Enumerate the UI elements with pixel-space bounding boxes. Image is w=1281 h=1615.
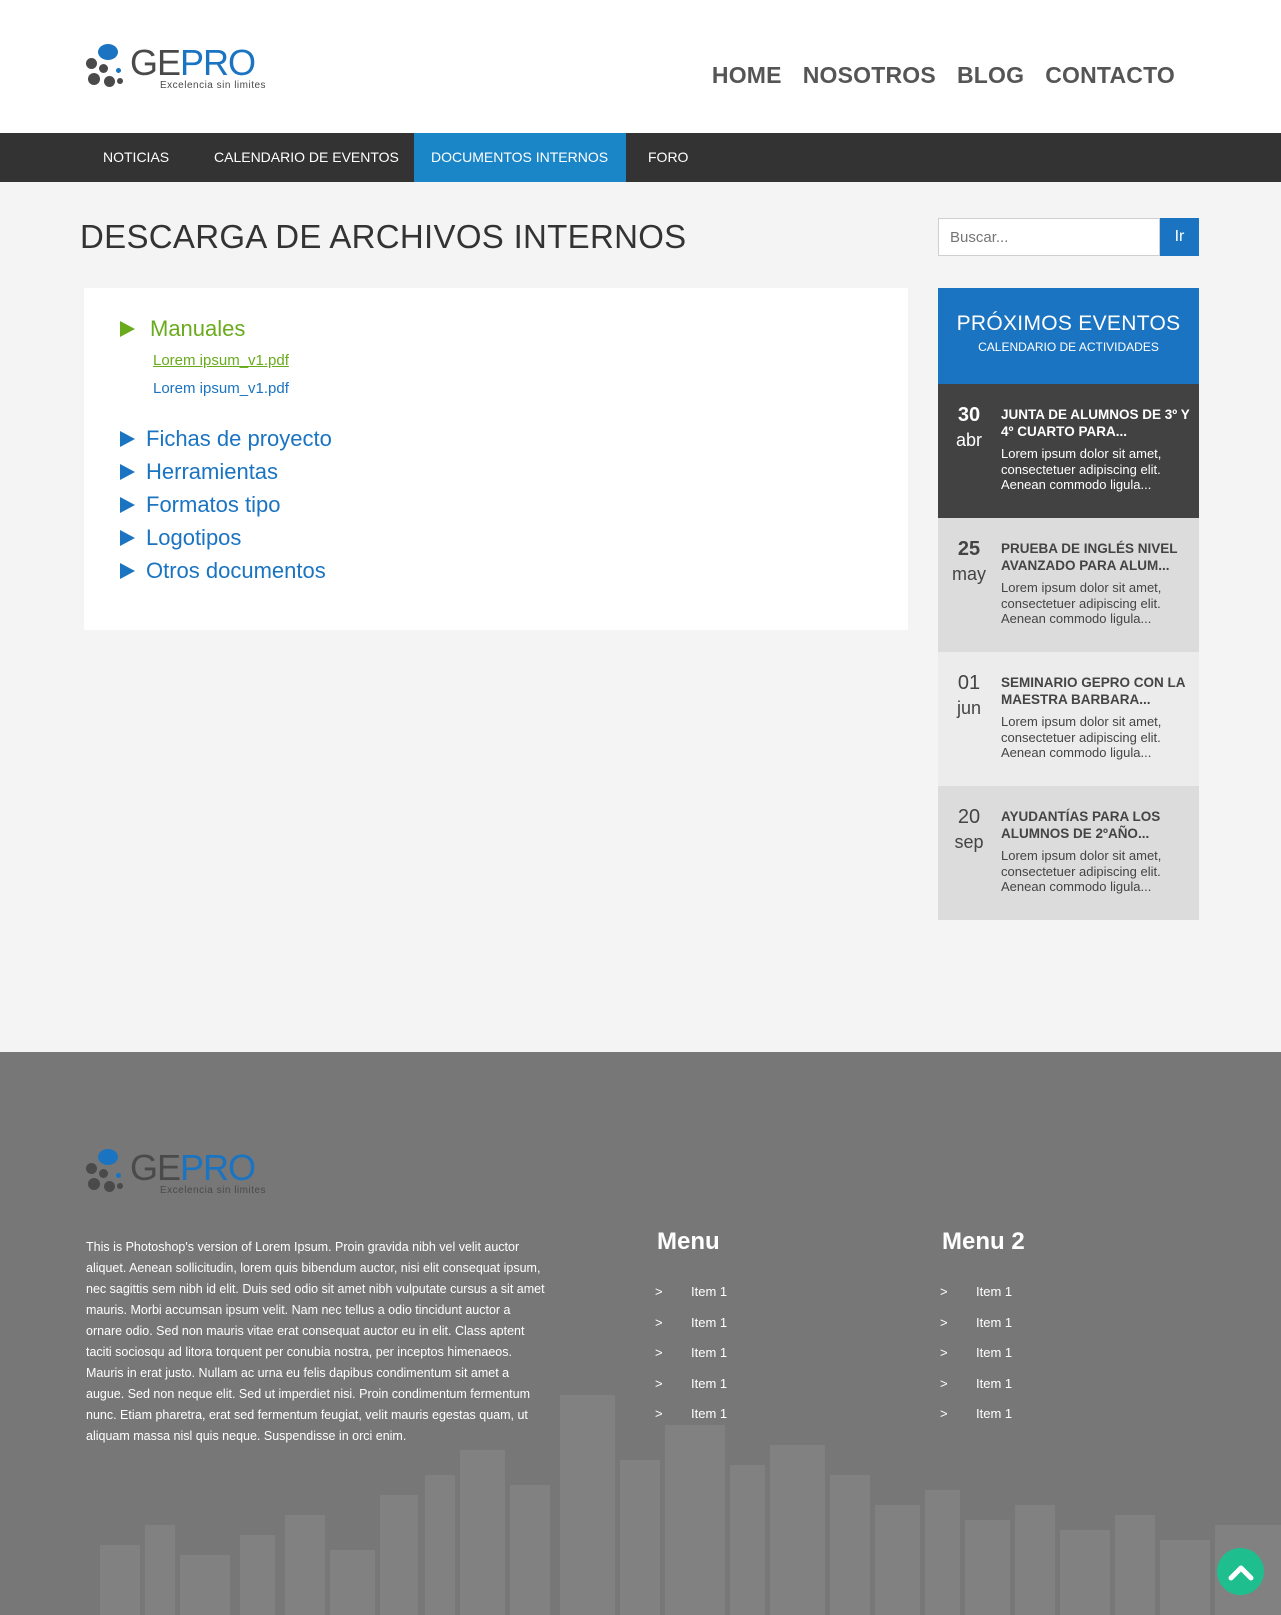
footer-menu2-item[interactable]: > Item 1: [940, 1406, 1012, 1421]
search-input[interactable]: [938, 218, 1160, 256]
footer-menu2-item[interactable]: > Item 1: [940, 1315, 1012, 1330]
event-day: 01: [957, 672, 981, 694]
event-description: Lorem ipsum dolor sit amet, consectetuer…: [1001, 580, 1162, 626]
event-day: 20: [957, 806, 981, 828]
logo-dots-icon: [86, 44, 130, 92]
footer-logo[interactable]: GEPRO Excelencia sin limites: [86, 1149, 266, 1197]
event-month: sep: [954, 832, 984, 852]
event-month: jun: [956, 698, 982, 718]
triangle-right-icon: [120, 321, 135, 337]
category-label: Manuales: [150, 316, 246, 341]
site-logo[interactable]: GEPRO Excelencia sin limites: [86, 44, 266, 92]
file-link[interactable]: Lorem ipsum_v1.pdf: [153, 352, 289, 369]
footer-menu-item[interactable]: > Item 1: [655, 1376, 727, 1391]
triangle-right-icon: [120, 530, 135, 546]
nav-home[interactable]: HOME: [712, 62, 782, 89]
chevron-up-icon: [1228, 1565, 1253, 1580]
events-subheading: CALENDARIO DE ACTIVIDADES: [978, 340, 1159, 354]
events-header: PRÓXIMOS EVENTOS CALENDARIO DE ACTIVIDAD…: [938, 288, 1199, 384]
tab-documentos-internos[interactable]: DOCUMENTOS INTERNOS: [414, 133, 626, 182]
triangle-right-icon: [120, 497, 135, 513]
tab-calendario-eventos[interactable]: CALENDARIO DE EVENTOS: [197, 133, 416, 182]
triangle-right-icon: [120, 464, 135, 480]
logo-tagline: Excelencia sin limites: [160, 79, 267, 91]
event-description: Lorem ipsum dolor sit amet, consectetuer…: [1001, 848, 1162, 894]
tab-foro[interactable]: FORO: [631, 133, 705, 182]
footer-menu2-item[interactable]: > Item 1: [940, 1284, 1012, 1299]
logo-word-pro: PRO: [180, 1146, 256, 1188]
event-title: SEMINARIO GEPRO CON LA MAESTRA BARBARA..…: [1001, 675, 1186, 707]
event-day: 30: [957, 404, 981, 426]
footer-menu2-item[interactable]: > Item 1: [940, 1345, 1012, 1360]
event-card[interactable]: 20 sep AYUDANTÍAS PARA LOS ALUMNOS DE 2º…: [938, 786, 1199, 920]
triangle-right-icon: [120, 431, 135, 447]
category-label: Otros documentos: [146, 558, 326, 583]
footer-menu2-title: Menu 2: [942, 1228, 1025, 1255]
logo-word-pro: PRO: [180, 41, 256, 83]
category-fichas-proyecto[interactable]: Fichas de proyecto: [120, 426, 332, 452]
event-description: Lorem ipsum dolor sit amet, consectetuer…: [1001, 714, 1162, 760]
category-otros-documentos[interactable]: Otros documentos: [120, 558, 326, 584]
footer-menu2-item[interactable]: > Item 1: [940, 1376, 1012, 1391]
category-label: Formatos tipo: [146, 492, 281, 517]
category-label: Herramientas: [146, 459, 279, 484]
category-label: Logotipos: [146, 525, 242, 550]
event-title: AYUDANTÍAS PARA LOS ALUMNOS DE 2ºAÑO...: [1001, 809, 1161, 841]
events-heading: PRÓXIMOS EVENTOS: [956, 312, 1181, 335]
triangle-right-icon: [120, 563, 135, 579]
footer-menu-item[interactable]: > Item 1: [655, 1406, 727, 1421]
event-description: Lorem ipsum dolor sit amet, consectetuer…: [1001, 446, 1162, 492]
tab-noticias[interactable]: NOTICIAS: [86, 133, 186, 182]
nav-nosotros[interactable]: NOSOTROS: [803, 62, 936, 89]
documents-panel: Manuales Lorem ipsum_v1.pdf Lorem ipsum_…: [84, 288, 908, 630]
section-tabs: NOTICIAS CALENDARIO DE EVENTOS DOCUMENTO…: [0, 133, 1281, 182]
main-navigation: HOME NOSOTROS BLOG CONTACTO: [712, 62, 1175, 89]
logo-dots-icon: [86, 1149, 130, 1197]
category-herramientas[interactable]: Herramientas: [120, 459, 278, 485]
nav-contacto[interactable]: CONTACTO: [1045, 62, 1175, 89]
page-title: DESCARGA DE ARCHIVOS INTERNOS: [80, 218, 687, 255]
file-link[interactable]: Lorem ipsum_v1.pdf: [153, 380, 289, 397]
nav-blog[interactable]: BLOG: [957, 62, 1024, 89]
logo-tagline: Excelencia sin limites: [160, 1184, 267, 1196]
category-formatos-tipo[interactable]: Formatos tipo: [120, 492, 281, 518]
event-title: PRUEBA DE INGLÉS NIVEL AVANZADO PARA ALU…: [1001, 541, 1178, 573]
event-title: JUNTA DE ALUMNOS DE 3º Y 4º CUARTO PARA.…: [1001, 407, 1190, 439]
footer-menu-item[interactable]: > Item 1: [655, 1284, 727, 1299]
event-card[interactable]: 30 abr JUNTA DE ALUMNOS DE 3º Y 4º CUART…: [938, 384, 1199, 518]
logo-word-ge: GE: [130, 1146, 181, 1188]
search-button[interactable]: Ir: [1160, 218, 1199, 256]
event-card[interactable]: 25 may PRUEBA DE INGLÉS NIVEL AVANZADO P…: [938, 518, 1199, 652]
footer-menu-item[interactable]: > Item 1: [655, 1315, 727, 1330]
category-label: Fichas de proyecto: [146, 426, 332, 451]
footer-menu-item[interactable]: > Item 1: [655, 1345, 727, 1360]
event-month: abr: [955, 430, 982, 450]
event-month: may: [951, 564, 986, 584]
event-card[interactable]: 01 jun SEMINARIO GEPRO CON LA MAESTRA BA…: [938, 652, 1199, 786]
footer-menu-title: Menu: [657, 1228, 720, 1255]
event-day: 25: [957, 538, 981, 560]
logo-word-ge: GE: [130, 41, 181, 83]
site-header: GEPRO Excelencia sin limites HOME NOSOTR…: [0, 0, 1281, 133]
back-to-top-button[interactable]: [1217, 1548, 1264, 1595]
category-manuales[interactable]: Manuales: [120, 316, 245, 342]
category-logotipos[interactable]: Logotipos: [120, 525, 241, 551]
footer-description: This is Photoshop's version of Lorem Ips…: [86, 1240, 545, 1443]
